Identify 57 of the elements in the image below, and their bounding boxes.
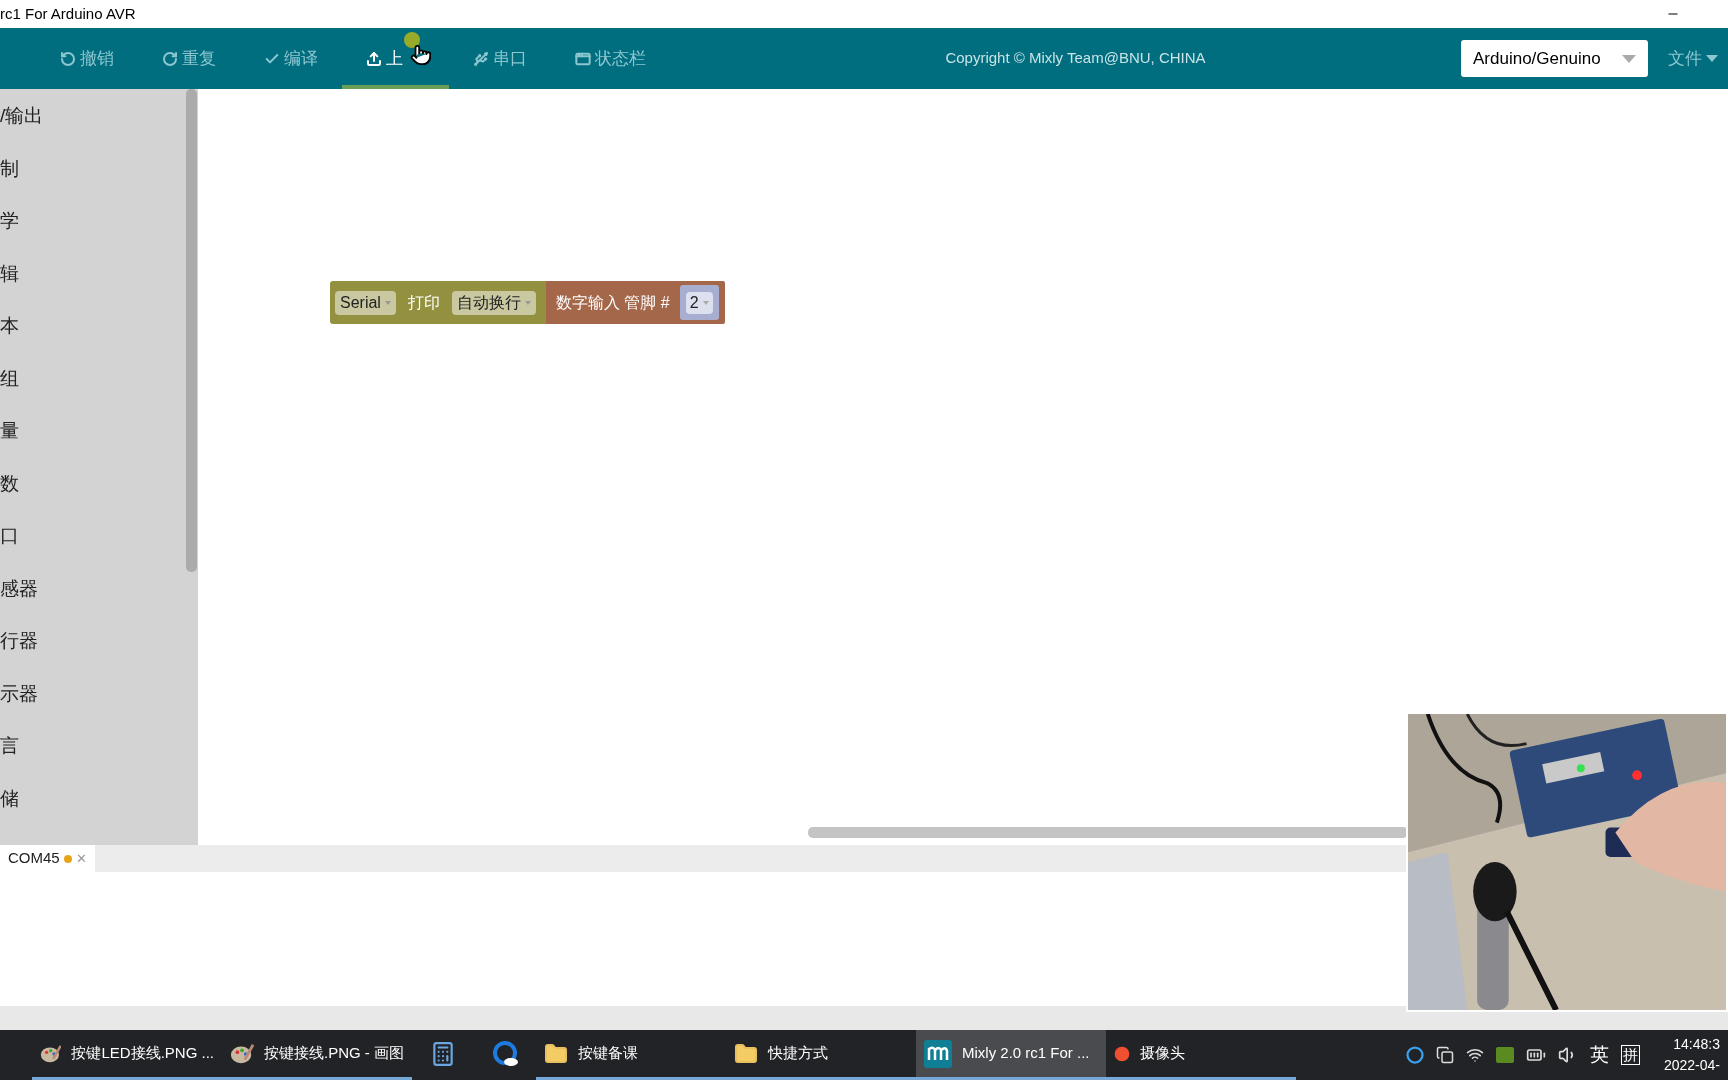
caret-icon [702, 300, 709, 305]
mode-dropdown[interactable]: 自动换行 [451, 290, 536, 315]
board-select[interactable]: Arduino/Genuino [1461, 40, 1648, 77]
statusbar-icon [575, 50, 591, 67]
scrollbar-thumb[interactable] [808, 827, 1408, 838]
serial-print-block[interactable]: Serial 打印 自动换行 [330, 281, 546, 324]
folder-icon [734, 1041, 758, 1066]
category-item[interactable]: 口 [0, 521, 19, 550]
caret-icon [1622, 54, 1636, 63]
caret-icon [524, 300, 531, 305]
serial-icon [473, 50, 489, 67]
taskbar-item[interactable]: Mixly 2.0 rc1 For ... [916, 1030, 1106, 1080]
category-item[interactable]: 数 [0, 468, 19, 498]
category-item[interactable]: 制 [0, 153, 19, 183]
caret-icon [384, 300, 391, 305]
category-item[interactable]: 量 [0, 416, 19, 445]
clock-time[interactable]: 14:48:3 [1673, 1034, 1720, 1055]
upload-icon [366, 50, 382, 67]
category-item[interactable]: 学 [0, 206, 19, 235]
category-item[interactable]: /输出 [0, 101, 44, 130]
taskbar-item[interactable]: 按键备课 [536, 1030, 726, 1080]
folder-icon [544, 1041, 568, 1066]
redo-icon [162, 50, 178, 67]
taskbar-item[interactable]: 按键LED接线.PNG ... [32, 1030, 222, 1080]
input-language[interactable]: 英 [1589, 1040, 1609, 1070]
scrollbar-thumb[interactable] [186, 89, 197, 572]
window-title: rc1 For Arduino AVR [0, 3, 136, 24]
record-icon [1114, 1045, 1130, 1062]
gpu-icon[interactable] [1495, 1047, 1514, 1063]
pin-dropdown[interactable]: 2 [685, 291, 713, 314]
tray-app-icon[interactable] [1405, 1046, 1424, 1064]
category-item[interactable]: 本 [0, 311, 19, 340]
category-item[interactable]: 示器 [0, 678, 38, 708]
category-item[interactable]: 感器 [0, 573, 38, 603]
browser-icon [491, 1039, 519, 1068]
input-mode[interactable]: 拼 [1620, 1045, 1640, 1065]
category-item[interactable]: 组 [0, 363, 19, 393]
taskbar-item[interactable]: 按键接线.PNG - 画图 [222, 1030, 412, 1080]
category-item[interactable]: 言 [0, 731, 19, 760]
wifi-icon[interactable] [1465, 1046, 1484, 1064]
print-label: 打印 [407, 292, 440, 313]
calculator-icon [430, 1040, 456, 1067]
serial-dropdown[interactable]: Serial [335, 290, 396, 315]
copyright-text: Copyright © Mixly Team@BNU, CHINA [945, 48, 1206, 69]
hand-cursor-icon [410, 44, 432, 66]
input-label: 数字输入 管脚 # [555, 292, 670, 313]
serial-tab[interactable]: COM45 ✕ [0, 845, 95, 872]
app-logo-icon [924, 1039, 952, 1068]
category-item[interactable]: 行器 [0, 626, 38, 655]
category-item[interactable]: 储 [0, 783, 19, 813]
taskbar-item[interactable]: 摄像头 [1106, 1030, 1296, 1080]
undo-icon [60, 50, 76, 67]
clock-date[interactable]: 2022-04- [1663, 1055, 1720, 1076]
category-item[interactable]: 辑 [0, 258, 19, 288]
digital-input-block[interactable]: 数字输入 管脚 # 2 [545, 281, 725, 324]
windows-icon[interactable] [1435, 1046, 1454, 1064]
caret-icon [1706, 55, 1718, 62]
